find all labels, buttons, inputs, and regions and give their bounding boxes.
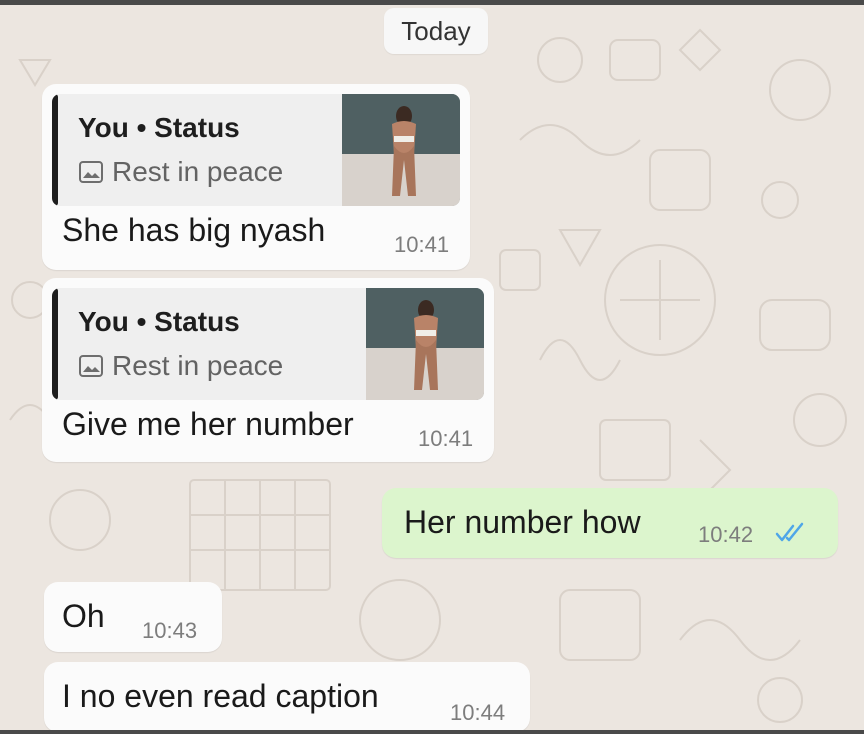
message-bubble-incoming[interactable]: You • Status Rest in peace She has big n… (42, 84, 470, 270)
quote-author: You • Status (78, 112, 240, 143)
image-icon (79, 161, 103, 183)
message-bubble-outgoing[interactable]: Her number how 10:42 (382, 488, 838, 558)
message-bubble-incoming[interactable]: I no even read caption 10:44 (44, 662, 530, 732)
message-text: Her number how (404, 504, 641, 540)
quote-accent-bar (52, 288, 58, 400)
quote-caption: Rest in peace (112, 156, 284, 187)
message-time: 10:42 (698, 522, 754, 547)
status-reply-quote[interactable]: You • Status Rest in peace (52, 288, 484, 400)
window-bottom-edge (0, 730, 864, 734)
message-text: She has big nyash (62, 212, 326, 248)
window-top-edge (0, 0, 864, 5)
message-text: Give me her number (62, 406, 354, 442)
quote-caption-row: Rest in peace (78, 350, 283, 382)
image-icon (79, 355, 103, 377)
message-time: 10:41 (394, 232, 450, 257)
message-time: 10:43 (142, 618, 198, 643)
status-reply-quote[interactable]: You • Status Rest in peace (52, 94, 460, 206)
quote-accent-bar (52, 94, 58, 206)
status-thumbnail (342, 94, 460, 206)
quote-caption: Rest in peace (112, 350, 284, 381)
message-text: Oh (62, 598, 105, 634)
date-separator: Today (384, 8, 488, 54)
message-time: 10:44 (450, 700, 506, 725)
double-check-read-icon (775, 522, 804, 542)
status-thumbnail (366, 288, 484, 400)
quote-caption-row: Rest in peace (78, 156, 283, 188)
message-text: I no even read caption (62, 678, 379, 714)
message-bubble-incoming[interactable]: Oh 10:43 (44, 582, 222, 652)
message-time: 10:41 (418, 426, 474, 451)
message-bubble-incoming[interactable]: You • Status Rest in peace Give me her n… (42, 278, 494, 462)
quote-author: You • Status (78, 306, 240, 337)
